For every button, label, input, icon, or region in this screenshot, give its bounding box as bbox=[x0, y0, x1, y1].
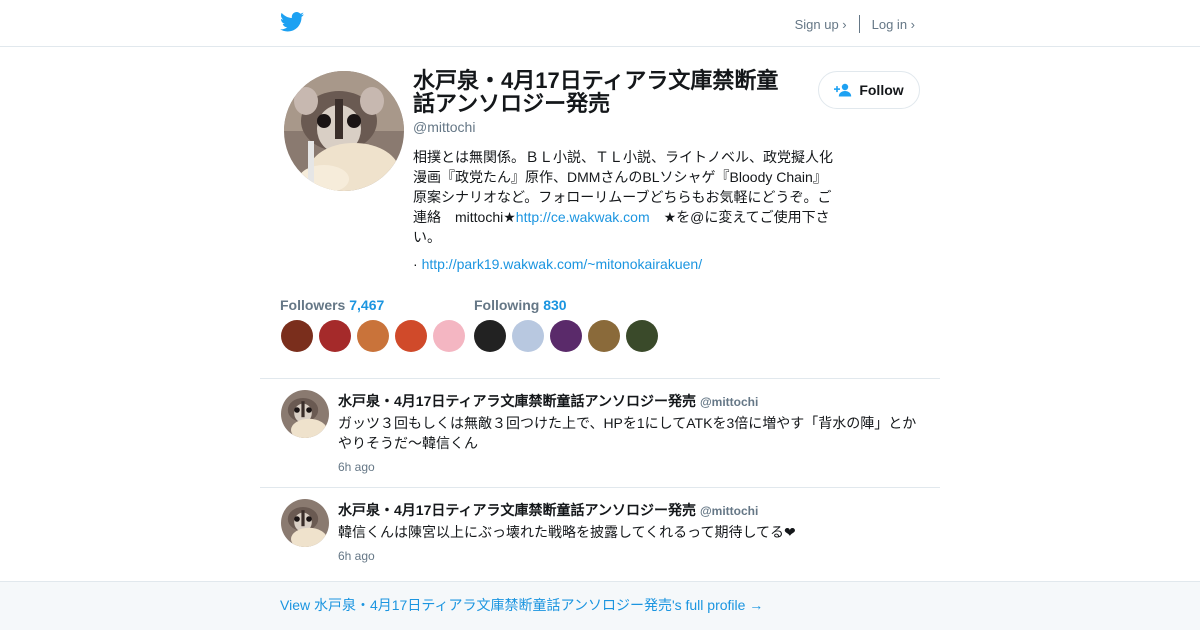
sign-up-link[interactable]: Sign up › bbox=[795, 17, 847, 32]
profile-avatar[interactable] bbox=[284, 71, 404, 191]
nav-divider bbox=[858, 15, 860, 33]
followers-avatars bbox=[281, 320, 471, 352]
follower-avatar[interactable] bbox=[319, 320, 351, 352]
tweet-author-name: 水戸泉・4月17日ティアラ文庫禁断童話アンソロジー発売 bbox=[338, 393, 696, 409]
tweet-author-handle: @mittochi bbox=[699, 504, 759, 518]
profile-name: 水戸泉・4月17日ティアラ文庫禁断童話アンソロジー発売 bbox=[413, 68, 779, 116]
follower-avatar[interactable] bbox=[433, 320, 465, 352]
profile-website-link[interactable]: http://park19.wakwak.com/~mitonokairakue… bbox=[422, 256, 703, 272]
followers-count: 7,467 bbox=[349, 297, 385, 313]
tweet-timestamp[interactable]: 6h ago bbox=[338, 460, 375, 474]
follower-avatar[interactable] bbox=[395, 320, 427, 352]
following-avatar[interactable] bbox=[626, 320, 658, 352]
following-count: 830 bbox=[543, 297, 567, 313]
tweet-header[interactable]: 水戸泉・4月17日ティアラ文庫禁断童話アンソロジー発売 @mittochi bbox=[338, 391, 758, 411]
following-label: Following bbox=[474, 297, 540, 313]
follow-label: Follow bbox=[859, 82, 904, 98]
url-prefix: · bbox=[413, 256, 422, 272]
sugar-glider-avatar-image bbox=[284, 71, 404, 191]
tweet-author-handle: @mittochi bbox=[699, 395, 759, 409]
twitter-bird-icon[interactable] bbox=[280, 11, 304, 33]
tweet-text: ガッツ３回もしくは無敵３回つけた上で、HPを1にしてATKを3倍に増やす「背水の… bbox=[338, 415, 917, 451]
footer-bar: View 水戸泉・4月17日ティアラ文庫禁断童話アンソロジー発売's full … bbox=[0, 581, 1200, 630]
following-avatar[interactable] bbox=[474, 320, 506, 352]
profile-bio: 相撲とは無関係。ＢＬ小説、ＴＬ小説、ライトノベル、政党擬人化漫画『政党たん』原作… bbox=[413, 147, 838, 247]
divider bbox=[260, 378, 940, 379]
profile-url: · http://park19.wakwak.com/~mitonokairak… bbox=[413, 256, 702, 272]
tweet-text: 韓信くんは陳宮以上にぶっ壊れた戦略を披露してくれるって期待してる❤ bbox=[338, 524, 796, 540]
following-avatar[interactable] bbox=[550, 320, 582, 352]
profile-handle: @mittochi bbox=[413, 119, 476, 135]
tweet-avatar[interactable] bbox=[281, 499, 329, 547]
add-user-icon bbox=[834, 83, 852, 97]
following-stat[interactable]: Following 830 bbox=[474, 297, 567, 313]
divider bbox=[260, 487, 940, 488]
tweet-header[interactable]: 水戸泉・4月17日ティアラ文庫禁断童話アンソロジー発売 @mittochi bbox=[338, 500, 758, 520]
follow-button[interactable]: Follow bbox=[818, 71, 920, 109]
tweet-author-name: 水戸泉・4月17日ティアラ文庫禁断童話アンソロジー発売 bbox=[338, 502, 696, 518]
sugar-glider-avatar-image bbox=[281, 390, 329, 438]
view-full-profile-link[interactable]: View 水戸泉・4月17日ティアラ文庫禁断童話アンソロジー発売's full … bbox=[280, 595, 763, 615]
tweet-timestamp[interactable]: 6h ago bbox=[338, 549, 375, 563]
follower-avatar[interactable] bbox=[281, 320, 313, 352]
top-bar: Sign up › Log in › bbox=[0, 0, 1200, 47]
follower-avatar[interactable] bbox=[357, 320, 389, 352]
followers-stat[interactable]: Followers 7,467 bbox=[280, 297, 384, 313]
tweet-avatar[interactable] bbox=[281, 390, 329, 438]
sugar-glider-avatar-image bbox=[281, 499, 329, 547]
following-avatar[interactable] bbox=[588, 320, 620, 352]
following-avatars bbox=[474, 320, 664, 352]
bio-link[interactable]: http://ce.wakwak.com bbox=[516, 209, 650, 225]
followers-label: Followers bbox=[280, 297, 346, 313]
auth-nav: Sign up › Log in › bbox=[795, 15, 915, 33]
following-avatar[interactable] bbox=[512, 320, 544, 352]
log-in-link[interactable]: Log in › bbox=[872, 17, 915, 32]
